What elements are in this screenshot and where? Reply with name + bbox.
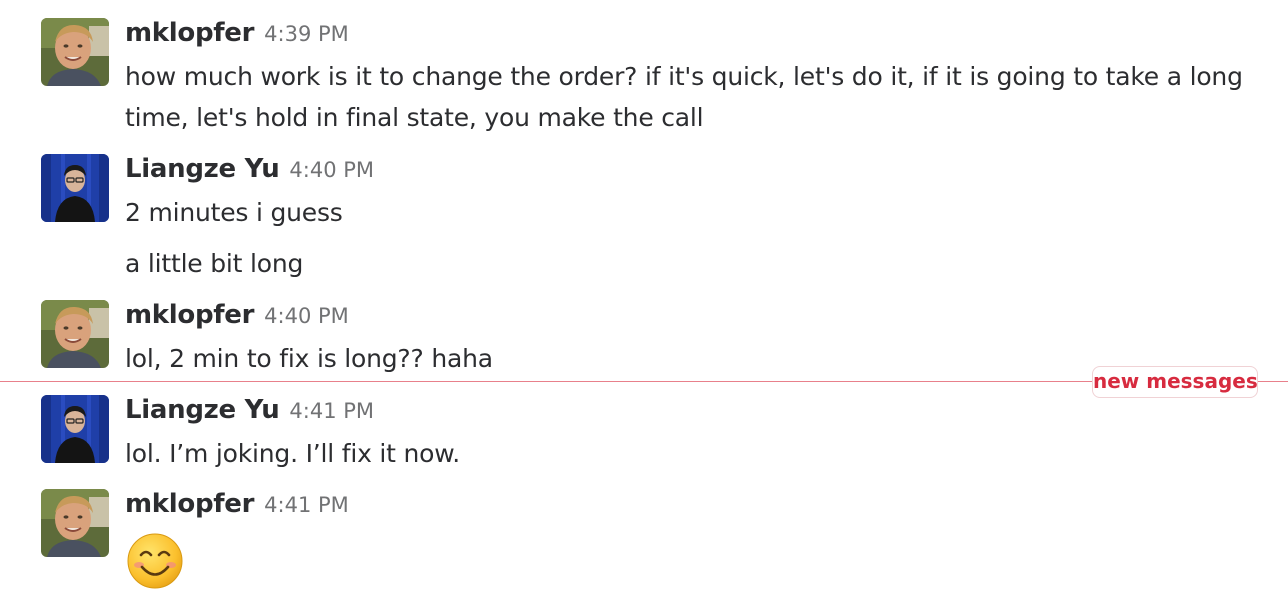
- user-photo-icon: [41, 489, 109, 557]
- message-text: lol. I’m joking. I’ll fix it now.: [125, 439, 460, 468]
- timestamp[interactable]: 4:41 PM: [264, 493, 349, 517]
- message-header: mklopfer 4:41 PM: [125, 489, 349, 525]
- message-header: mklopfer 4:39 PM: [125, 18, 349, 54]
- avatar-mklopfer[interactable]: [41, 489, 109, 557]
- avatar-liangze-yu[interactable]: [41, 154, 109, 222]
- message-list: mklopfer 4:39 PM how much work is it to …: [0, 0, 1288, 600]
- author-name[interactable]: mklopfer: [125, 18, 254, 48]
- avatar-liangze-yu[interactable]: [41, 395, 109, 463]
- message-header: Liangze Yu 4:40 PM: [125, 154, 374, 190]
- message-header: mklopfer 4:40 PM: [125, 300, 349, 336]
- author-name[interactable]: Liangze Yu: [125, 154, 280, 184]
- timestamp[interactable]: 4:41 PM: [289, 399, 374, 423]
- author-name[interactable]: Liangze Yu: [125, 395, 280, 425]
- smiling-face-icon: [127, 533, 183, 589]
- avatar-mklopfer[interactable]: [41, 300, 109, 368]
- message-text: a little bit long: [125, 249, 304, 278]
- timestamp[interactable]: 4:40 PM: [289, 158, 374, 182]
- user-photo-icon: [41, 18, 109, 86]
- avatar-mklopfer[interactable]: [41, 18, 109, 86]
- new-messages-divider-label[interactable]: new messages: [1092, 366, 1258, 398]
- message-text: how much work is it to change the order?…: [125, 62, 1243, 132]
- message-header: Liangze Yu 4:41 PM: [125, 395, 374, 431]
- smiling-face-emoji: [126, 532, 184, 590]
- message-text: 2 minutes i guess: [125, 198, 343, 227]
- user-photo-icon: [41, 300, 109, 368]
- author-name[interactable]: mklopfer: [125, 300, 254, 330]
- timestamp[interactable]: 4:40 PM: [264, 304, 349, 328]
- user-photo-icon: [41, 395, 109, 463]
- author-name[interactable]: mklopfer: [125, 489, 254, 519]
- timestamp[interactable]: 4:39 PM: [264, 22, 349, 46]
- user-photo-icon: [41, 154, 109, 222]
